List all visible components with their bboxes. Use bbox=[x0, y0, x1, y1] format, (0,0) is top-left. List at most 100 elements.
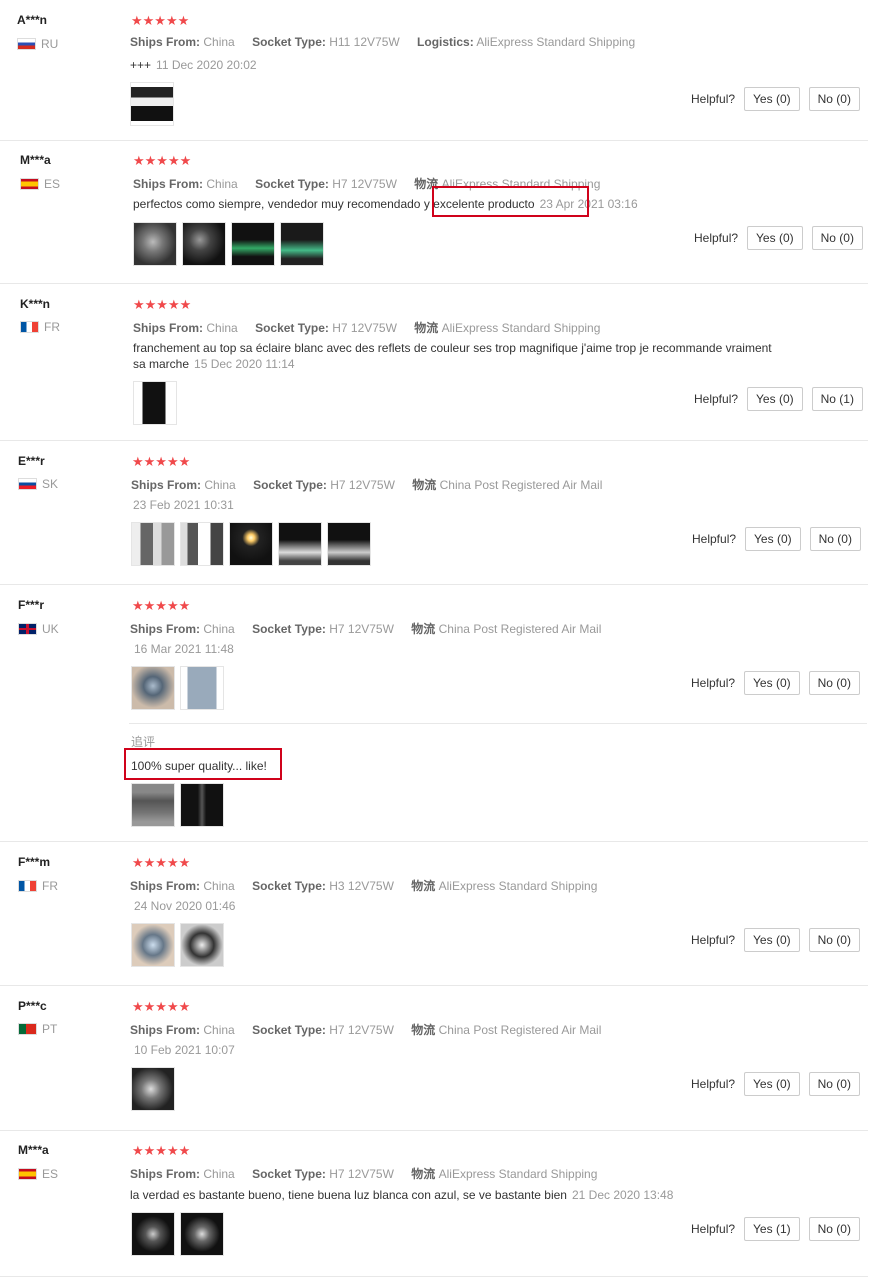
helpful-label: Helpful? bbox=[692, 532, 737, 546]
country-code: SK bbox=[42, 477, 59, 491]
review-photo[interactable] bbox=[180, 783, 224, 827]
star-rating: ★★★★★ bbox=[132, 1143, 191, 1158]
review-photo[interactable] bbox=[182, 222, 226, 266]
order-info: Ships From: China Socket Type: H7 12V75W… bbox=[130, 1167, 598, 1181]
review-photo[interactable] bbox=[131, 783, 175, 827]
review-photo[interactable] bbox=[131, 1067, 175, 1111]
star-rating: ★★★★★ bbox=[132, 855, 191, 870]
reviewer-name: K***n bbox=[20, 297, 51, 311]
review-photo[interactable] bbox=[231, 222, 275, 266]
helpful-yes-button[interactable]: Yes (0) bbox=[744, 1072, 800, 1096]
helpful-label: Helpful? bbox=[691, 933, 736, 947]
reviewer-country: FR bbox=[18, 879, 58, 893]
reviewer-country: PT bbox=[18, 1022, 57, 1036]
review-date: 15 Dec 2020 11:14 bbox=[194, 357, 295, 371]
review-text: franchement au top sa éclaire blanc avec… bbox=[133, 341, 772, 371]
helpful-no-button[interactable]: No (0) bbox=[808, 1217, 860, 1241]
country-code: ES bbox=[44, 177, 61, 191]
country-code: FR bbox=[42, 879, 58, 893]
review-photo[interactable] bbox=[180, 1212, 224, 1256]
review-photo[interactable] bbox=[133, 381, 177, 425]
review-item: K***n FR ★★★★★ Ships From: China Socket … bbox=[0, 283, 868, 441]
helpful-label: Helpful? bbox=[694, 392, 739, 406]
review-text: +++ 11 Dec 2020 20:02 bbox=[130, 58, 257, 72]
followup-photos bbox=[131, 783, 224, 827]
helpful-yes-button[interactable]: Yes (0) bbox=[747, 226, 803, 250]
star-rating: ★★★★★ bbox=[132, 454, 191, 469]
review-photo[interactable] bbox=[133, 222, 177, 266]
reviewer-name: F***r bbox=[18, 598, 45, 612]
star-rating: ★★★★★ bbox=[131, 13, 190, 28]
review-photo[interactable] bbox=[131, 923, 175, 967]
review-photos bbox=[131, 923, 224, 967]
helpful-yes-button[interactable]: Yes (0) bbox=[744, 87, 800, 111]
helpful-label: Helpful? bbox=[691, 676, 736, 690]
helpful-vote: Helpful? Yes (0) No (1) bbox=[694, 387, 863, 411]
helpful-label: Helpful? bbox=[694, 231, 739, 245]
helpful-yes-button[interactable]: Yes (0) bbox=[745, 527, 801, 551]
helpful-no-button[interactable]: No (0) bbox=[809, 527, 861, 551]
review-text: 23 Feb 2021 10:31 bbox=[128, 497, 234, 513]
country-code: FR bbox=[44, 320, 60, 334]
reviewer-name: M***a bbox=[18, 1143, 49, 1157]
flag-uk-icon bbox=[18, 623, 37, 635]
review-date: 10 Feb 2021 10:07 bbox=[134, 1043, 235, 1057]
helpful-vote: Helpful? Yes (0) No (0) bbox=[691, 87, 860, 111]
country-code: PT bbox=[42, 1022, 58, 1036]
flag-fr-icon bbox=[20, 321, 39, 333]
reviewer-country: RU bbox=[17, 37, 58, 51]
helpful-no-button[interactable]: No (0) bbox=[808, 928, 860, 952]
helpful-no-button[interactable]: No (0) bbox=[808, 87, 860, 111]
review-date: 11 Dec 2020 20:02 bbox=[156, 58, 257, 72]
review-date: 24 Nov 2020 01:46 bbox=[134, 899, 236, 913]
review-text: la verdad es bastante bueno, tiene buena… bbox=[130, 1188, 674, 1202]
helpful-no-button[interactable]: No (0) bbox=[808, 671, 860, 695]
review-item: F***m FR ★★★★★ Ships From: China Socket … bbox=[0, 841, 868, 986]
helpful-yes-button[interactable]: Yes (0) bbox=[744, 928, 800, 952]
helpful-no-button[interactable]: No (0) bbox=[811, 226, 863, 250]
review-item: E***r SK ★★★★★ Ships From: China Socket … bbox=[0, 440, 868, 585]
helpful-no-button[interactable]: No (0) bbox=[808, 1072, 860, 1096]
review-photo[interactable] bbox=[180, 522, 224, 566]
review-item: M***a ES ★★★★★ Ships From: China Socket … bbox=[0, 1130, 868, 1277]
review-item: F***r UK ★★★★★ Ships From: China Socket … bbox=[0, 584, 868, 842]
helpful-vote: Helpful? Yes (0) No (0) bbox=[692, 527, 861, 551]
star-rating: ★★★★★ bbox=[133, 297, 192, 312]
review-photo[interactable] bbox=[131, 1212, 175, 1256]
reviewer-country: SK bbox=[18, 477, 58, 491]
review-photo[interactable] bbox=[180, 666, 224, 710]
flag-es-icon bbox=[18, 1168, 37, 1180]
helpful-no-button[interactable]: No (1) bbox=[811, 387, 863, 411]
helpful-yes-button[interactable]: Yes (0) bbox=[747, 387, 803, 411]
helpful-vote: Helpful? Yes (0) No (0) bbox=[691, 928, 860, 952]
review-photos bbox=[130, 82, 174, 126]
flag-sk-icon bbox=[18, 478, 37, 490]
review-photo[interactable] bbox=[280, 222, 324, 266]
reviewer-country: UK bbox=[18, 622, 59, 636]
reviewer-country: FR bbox=[20, 320, 60, 334]
review-item: A***n RU ★★★★★ Ships From: China Socket … bbox=[0, 0, 868, 141]
review-photo[interactable] bbox=[131, 522, 175, 566]
review-photos bbox=[131, 1067, 175, 1111]
reviewer-name: A***n bbox=[17, 13, 48, 27]
review-photos bbox=[133, 222, 324, 266]
review-photo[interactable] bbox=[229, 522, 273, 566]
helpful-label: Helpful? bbox=[691, 92, 736, 106]
review-date: 21 Dec 2020 13:48 bbox=[571, 1188, 674, 1202]
review-text: 24 Nov 2020 01:46 bbox=[129, 898, 235, 914]
helpful-yes-button[interactable]: Yes (0) bbox=[744, 671, 800, 695]
reviewer-country: ES bbox=[20, 177, 60, 191]
order-info: Ships From: China Socket Type: H7 12V75W… bbox=[133, 321, 601, 335]
review-photo[interactable] bbox=[278, 522, 322, 566]
reviewer-name: E***r bbox=[18, 454, 45, 468]
review-photo[interactable] bbox=[131, 666, 175, 710]
helpful-yes-button[interactable]: Yes (1) bbox=[744, 1217, 800, 1241]
reviewer-name: P***c bbox=[18, 999, 47, 1013]
review-photo[interactable] bbox=[130, 82, 174, 126]
review-photo[interactable] bbox=[180, 923, 224, 967]
review-photos bbox=[131, 522, 371, 566]
reviewer-country: ES bbox=[18, 1167, 58, 1181]
highlight-box bbox=[432, 186, 589, 217]
review-photo[interactable] bbox=[327, 522, 371, 566]
reviewer-name: M***a bbox=[20, 153, 51, 167]
